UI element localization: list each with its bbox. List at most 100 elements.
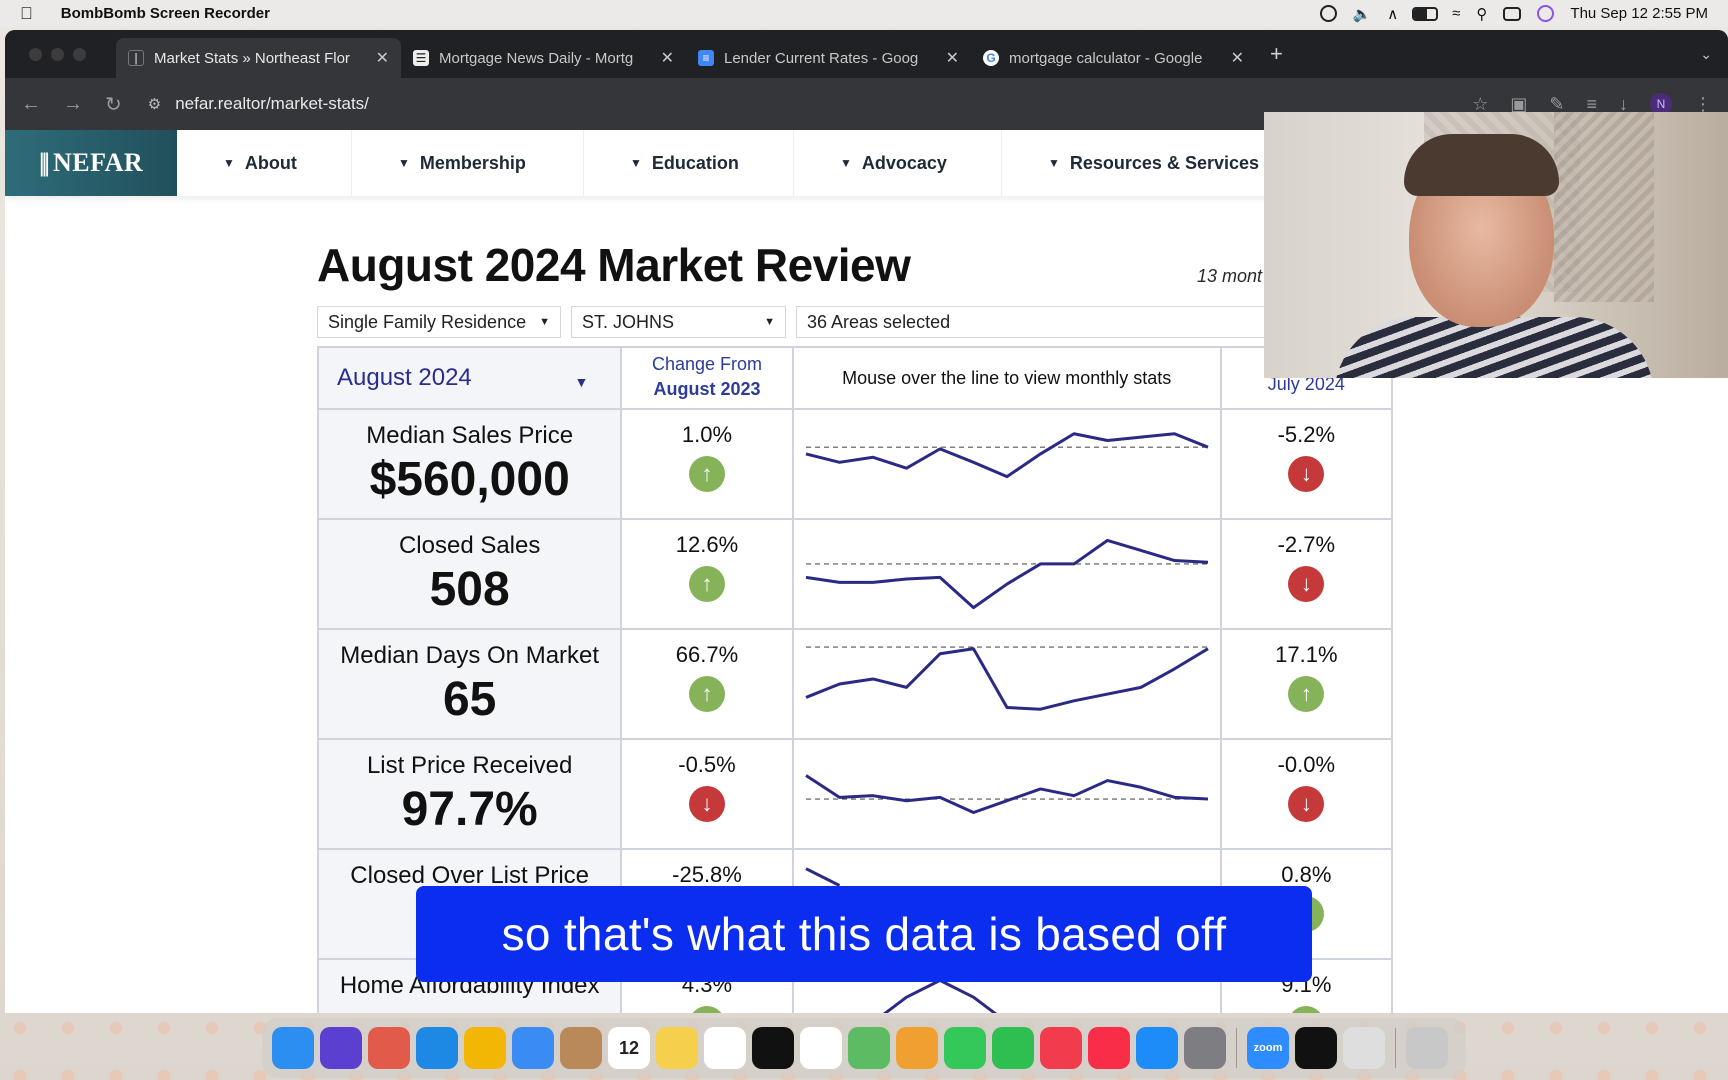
property-type-select[interactable]: Single Family Residence ▼ [317, 306, 561, 338]
close-window-button[interactable] [29, 47, 42, 61]
zoom-icon[interactable]: zoom [1247, 1027, 1289, 1069]
trend-sparkline[interactable] [794, 410, 1220, 518]
trend-line[interactable] [805, 538, 1208, 610]
launchpad-icon[interactable] [368, 1027, 410, 1069]
metric-cell: Median Days On Market 65 [316, 628, 623, 740]
spotlight-icon[interactable]: ⚲ [1476, 5, 1487, 23]
menu-clock[interactable]: Thu Sep 12 2:55 PM [1570, 5, 1708, 22]
notes-icon[interactable] [656, 1027, 698, 1069]
volume-icon[interactable]: 🔈 [1353, 5, 1372, 23]
siri-menu-icon[interactable] [1537, 5, 1555, 22]
site-settings-icon[interactable]: ⚙ [148, 95, 161, 113]
new-tab-button[interactable]: + [1270, 41, 1283, 67]
menu-app-name[interactable]: BombBomb Screen Recorder [61, 5, 270, 22]
maps-icon[interactable] [848, 1027, 890, 1069]
tab-mortgage-calculator[interactable]: G mortgage calculator - Google ✕ [971, 38, 1256, 78]
caret-down-icon: ▼ [539, 316, 550, 328]
yoy-change-value: 66.7% [675, 642, 739, 667]
close-tab-icon[interactable]: ✕ [661, 48, 674, 68]
zoom-window-button[interactable] [73, 47, 86, 61]
tab-title: mortgage calculator - Google [1009, 49, 1203, 67]
siri-icon[interactable] [320, 1027, 362, 1069]
apple-icon[interactable]:  [20, 4, 33, 24]
control-center-icon[interactable] [1503, 6, 1522, 21]
minimize-window-button[interactable] [51, 47, 64, 61]
caret-down-icon: ▼ [764, 316, 775, 328]
address-bar[interactable]: ⚙ nefar.realtor/market-stats/ [148, 94, 369, 114]
music-icon[interactable] [1088, 1027, 1130, 1069]
yoy-header-line1: Change From [651, 354, 763, 374]
wifi-icon[interactable]: ≈ [1452, 5, 1460, 22]
finder-icon[interactable] [272, 1027, 314, 1069]
window-controls [29, 47, 86, 61]
nav-label: About [244, 152, 297, 173]
messages-icon[interactable] [944, 1027, 986, 1069]
mom-change-value: 17.1% [1275, 642, 1338, 667]
play-icon[interactable] [1319, 5, 1337, 22]
months-note[interactable]: 13 mont [1197, 266, 1262, 287]
dock: 12 zoom [262, 1018, 1466, 1078]
safari-icon[interactable] [416, 1027, 458, 1069]
forward-icon[interactable]: → [63, 93, 83, 116]
month-selector[interactable]: August 2024 ▼ [316, 346, 623, 410]
trend-sparkline-cell[interactable] [791, 518, 1222, 630]
nefar-logo[interactable]: ||| NEFAR [5, 130, 177, 196]
news-icon[interactable] [1040, 1027, 1082, 1069]
nav-label: Advocacy [861, 152, 947, 173]
trend-line[interactable] [805, 432, 1209, 479]
contacts-icon[interactable] [560, 1027, 602, 1069]
nav-advocacy[interactable]: ▼ Advocacy [794, 130, 1002, 196]
trend-sparkline[interactable] [794, 630, 1220, 738]
trash-icon[interactable] [1406, 1027, 1448, 1069]
calendar-icon[interactable]: 12 [608, 1027, 650, 1069]
yoy-change-value: 12.6% [675, 532, 739, 557]
trend-line[interactable] [806, 978, 1007, 1013]
nav-about[interactable]: ▼ About [177, 130, 352, 196]
back-icon[interactable]: ← [21, 93, 41, 116]
nav-education[interactable]: ▼ Education [584, 130, 794, 196]
reload-icon[interactable]: ↻ [105, 92, 122, 117]
mom-change-value: -0.0% [1277, 752, 1336, 777]
tab-search-icon[interactable]: ⌄ [1700, 46, 1712, 63]
settings-icon[interactable] [1184, 1027, 1226, 1069]
trend-line[interactable] [804, 867, 840, 887]
arrow-down-icon: ↓ [689, 786, 725, 822]
trend-line[interactable] [804, 774, 1208, 814]
trend-sparkline[interactable] [794, 520, 1220, 628]
bluetooth-icon[interactable]: ∧ [1387, 5, 1398, 23]
trend-sparkline-cell[interactable] [791, 628, 1222, 740]
capcut-icon[interactable] [1295, 1027, 1337, 1069]
battery-icon[interactable] [1412, 6, 1439, 21]
close-tab-icon[interactable]: ✕ [946, 48, 959, 68]
metric-value: 508 [429, 563, 510, 616]
trend-sparkline-cell[interactable] [791, 408, 1222, 520]
county-select[interactable]: ST. JOHNS ▼ [571, 306, 786, 338]
trend-sparkline[interactable] [794, 740, 1220, 848]
photos-icon[interactable] [896, 1027, 938, 1069]
freeform-icon[interactable] [704, 1027, 746, 1069]
arrow-up-icon: ↑ [689, 1006, 725, 1013]
tab-title: Market Stats » Northeast Flor [154, 49, 350, 67]
tab-lender-rates[interactable]: ≡ Lender Current Rates - Goog ✕ [686, 38, 971, 78]
tab-title: Lender Current Rates - Goog [724, 49, 919, 67]
trend-sparkline-cell[interactable] [791, 738, 1222, 850]
tab-mortgage-news[interactable]: ☰ Mortgage News Daily - Mortg ✕ [401, 38, 686, 78]
month-label: August 2024 [337, 364, 472, 391]
yoy-header-line2: August 2023 [653, 379, 761, 399]
tv-icon[interactable] [752, 1027, 794, 1069]
facetime-icon[interactable] [992, 1027, 1034, 1069]
reminders-icon[interactable] [800, 1027, 842, 1069]
mail-icon[interactable] [512, 1027, 554, 1069]
tab-market-stats[interactable]: | Market Stats » Northeast Flor ✕ [116, 38, 401, 78]
close-tab-icon[interactable]: ✕ [376, 48, 389, 68]
close-tab-icon[interactable]: ✕ [1231, 48, 1244, 68]
yoy-change-cell: 12.6% ↑ [620, 518, 794, 630]
trend-line[interactable] [805, 647, 1209, 711]
url-text[interactable]: nefar.realtor/market-stats/ [175, 94, 369, 114]
nav-membership[interactable]: ▼ Membership [352, 130, 584, 196]
loader-icon[interactable] [1343, 1027, 1385, 1069]
nav-resources-services[interactable]: ▼ Resources & Services [1002, 130, 1262, 196]
appstore-icon[interactable] [1136, 1027, 1178, 1069]
chrome-icon[interactable] [464, 1027, 506, 1069]
yoy-change-value: -25.8% [672, 862, 742, 887]
